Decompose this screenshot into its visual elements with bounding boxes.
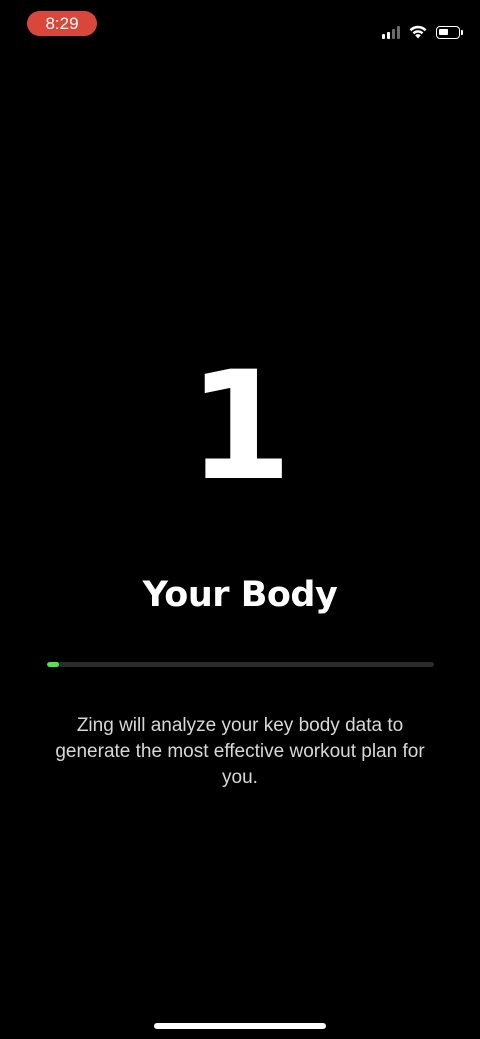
progress-bar xyxy=(47,662,434,667)
step-number: 1 xyxy=(187,340,293,514)
home-indicator[interactable] xyxy=(154,1023,326,1029)
step-title: Your Body xyxy=(142,575,338,615)
wifi-icon xyxy=(409,25,427,39)
status-bar: 8:29 xyxy=(0,0,480,48)
status-time: 8:29 xyxy=(27,11,97,36)
cellular-signal-icon xyxy=(382,25,400,39)
battery-icon xyxy=(436,26,463,39)
progress-fill xyxy=(47,662,59,667)
step-description: Zing will analyze your key body data to … xyxy=(55,715,425,788)
status-icons xyxy=(382,19,463,39)
